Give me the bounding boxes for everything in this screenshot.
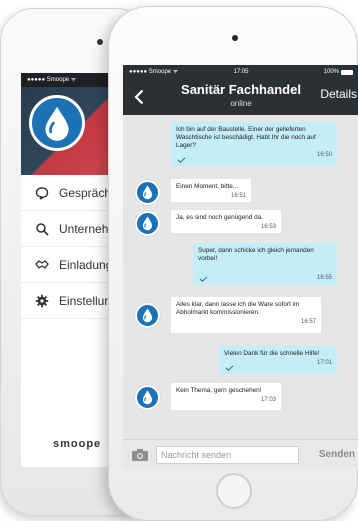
company-avatar[interactable] bbox=[29, 95, 85, 151]
message-time: 16:55 bbox=[316, 275, 332, 281]
message-time: 16:57 bbox=[300, 319, 316, 325]
gear-icon bbox=[35, 294, 49, 308]
smoope-logo: smoope bbox=[53, 438, 102, 450]
message-text: Ich bin auf der Baustelle. Einer der gel… bbox=[176, 126, 316, 149]
send-button[interactable]: Senden bbox=[319, 449, 355, 460]
read-check-icon bbox=[199, 276, 208, 282]
nav-bar: Sanitär Fachhandel online Details bbox=[123, 79, 358, 115]
battery-icon bbox=[341, 70, 353, 75]
front-phone-frame: ●●●●● Smoope ᯤ 17:05 100% Sanitär Fachha… bbox=[108, 6, 358, 521]
chat-icon bbox=[35, 186, 49, 200]
water-drop-logo-icon bbox=[142, 390, 153, 405]
message-bubble-incoming[interactable]: Einen Moment, bitte... 16:51 bbox=[171, 179, 251, 202]
front-camera-dot bbox=[232, 35, 238, 41]
water-drop-logo-icon bbox=[142, 216, 153, 231]
avatar[interactable] bbox=[135, 385, 160, 410]
water-drop-logo-icon bbox=[142, 308, 153, 323]
message-time: 16:51 bbox=[230, 193, 246, 199]
message-time: 16:53 bbox=[260, 224, 276, 230]
message-time: 17:03 bbox=[260, 397, 276, 403]
handshake-icon bbox=[35, 258, 49, 272]
camera-icon[interactable] bbox=[131, 448, 149, 462]
battery-percent: 100% bbox=[323, 69, 339, 75]
message-text: Ja, es sind noch genügend da. bbox=[176, 214, 264, 221]
water-drop-logo-icon bbox=[142, 185, 153, 200]
message-bubble-outgoing[interactable]: Super, dann schicke ich gleich jemanden … bbox=[193, 243, 337, 285]
front-camera-dot bbox=[97, 39, 103, 45]
message-text: Alles klar, dann lasse ich die Ware sofo… bbox=[176, 301, 300, 316]
water-drop-logo-icon bbox=[45, 106, 69, 141]
message-time: 17:01 bbox=[316, 360, 332, 366]
message-bubble-outgoing[interactable]: Vielen Dank für die schnelle Hilfe! 17:0… bbox=[219, 346, 337, 374]
avatar[interactable] bbox=[135, 211, 160, 236]
message-input[interactable] bbox=[156, 446, 299, 464]
message-bubble-incoming[interactable]: Kein Thema, gern geschehen! 17:03 bbox=[171, 383, 281, 410]
read-check-icon bbox=[177, 157, 186, 163]
message-text: Vielen Dank für die schnelle Hilfe! bbox=[224, 350, 320, 357]
message-list[interactable]: Ich bin auf der Baustelle. Einer der gel… bbox=[123, 115, 358, 439]
message-text: Einen Moment, bitte... bbox=[176, 183, 239, 190]
message-time: 16:50 bbox=[316, 152, 332, 158]
message-composer: Senden bbox=[123, 439, 358, 469]
avatar[interactable] bbox=[135, 303, 160, 328]
avatar[interactable] bbox=[135, 180, 160, 205]
message-bubble-incoming[interactable]: Alles klar, dann lasse ich die Ware sofo… bbox=[171, 297, 321, 333]
search-icon bbox=[35, 222, 49, 236]
message-text: Kein Thema, gern geschehen! bbox=[176, 387, 262, 394]
read-check-icon bbox=[225, 365, 234, 371]
message-bubble-outgoing[interactable]: Ich bin auf der Baustelle. Einer der gel… bbox=[171, 122, 337, 166]
message-bubble-incoming[interactable]: Ja, es sind noch genügend da. 16:53 bbox=[171, 210, 281, 233]
home-button[interactable] bbox=[216, 473, 252, 509]
message-text: Super, dann schicke ich gleich jemanden … bbox=[198, 247, 314, 262]
details-button[interactable]: Details bbox=[320, 87, 357, 101]
status-bar: ●●●●● Smoope ᯤ 17:05 100% bbox=[123, 65, 358, 79]
chat-screen: ●●●●● Smoope ᯤ 17:05 100% Sanitär Fachha… bbox=[123, 65, 358, 469]
